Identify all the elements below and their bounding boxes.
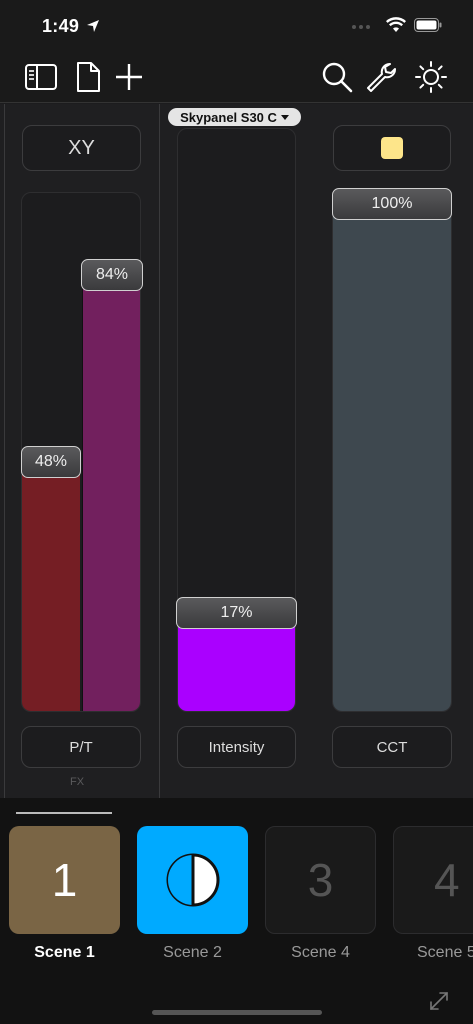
expand-icon[interactable] (428, 990, 450, 1012)
status-dots (352, 25, 370, 29)
battery-icon (414, 18, 442, 32)
column-divider (159, 104, 160, 798)
intensity-label: Intensity (208, 738, 265, 756)
cct-value: 100% (371, 195, 413, 212)
pan-fill (22, 461, 80, 711)
wifi-icon (386, 17, 406, 32)
scene-name: Scene 1 (34, 944, 95, 961)
pt-button[interactable]: P/T (21, 726, 141, 768)
pt-label: P/T (69, 738, 93, 756)
color-swatch (381, 137, 403, 159)
cct-handle[interactable]: 100% (332, 188, 452, 220)
scene-tile-2[interactable] (137, 826, 248, 934)
scene-name: Scene 4 (291, 944, 350, 961)
document-icon[interactable] (71, 60, 105, 94)
pan-value: 48% (34, 453, 68, 471)
search-icon[interactable] (320, 60, 354, 94)
active-scene-indicator (16, 812, 112, 814)
scene-number: 4 (434, 854, 460, 906)
scene-tile-4[interactable]: 3 (265, 826, 376, 934)
fixture-name: Skypanel S30 C (180, 109, 277, 125)
fixture-dropdown[interactable]: Skypanel S30 C (168, 108, 301, 126)
column-divider (4, 104, 5, 798)
scene-number: 3 (307, 854, 334, 906)
scene-number: 1 (51, 854, 78, 906)
brightness-icon[interactable] (414, 60, 448, 94)
status-time: 1:49 (42, 16, 80, 36)
cct-fader[interactable] (332, 192, 452, 712)
sidebar-icon[interactable] (24, 60, 58, 94)
xy-mode-button[interactable]: XY (22, 125, 141, 171)
caret-down-icon (280, 114, 289, 120)
location-arrow-icon (87, 20, 99, 32)
home-indicator (152, 1010, 322, 1015)
tilt-value: 84% (95, 266, 129, 284)
scene-name: Scene 2 (163, 944, 222, 961)
fx-label: FX (70, 776, 85, 788)
intensity-handle[interactable]: 17% (176, 596, 297, 629)
toolbar (0, 52, 473, 103)
wrench-icon[interactable] (364, 60, 398, 94)
scenes-strip: 1 Scene 1 Scene 2 3 Scene 4 4 Scene 5 (0, 798, 473, 1024)
xy-mode-label: XY (68, 136, 95, 159)
status-bar: 1:49 (0, 0, 473, 52)
intensity-button[interactable]: Intensity (177, 726, 296, 768)
add-icon[interactable] (112, 60, 146, 94)
scene-tile-5[interactable]: 4 (393, 826, 473, 934)
cct-fill (333, 193, 451, 711)
intensity-value: 17% (220, 603, 253, 621)
scene-name: Scene 5 (417, 944, 473, 961)
fixture-panel: Skypanel S30 C XY 48% 84% P/T FX 17% Int… (0, 104, 473, 798)
color-swatch-button[interactable] (333, 125, 451, 171)
pan-handle[interactable]: 48% (21, 446, 81, 479)
cct-button[interactable]: CCT (332, 726, 452, 768)
half-circle-icon (166, 853, 219, 907)
cct-label: CCT (376, 738, 408, 756)
tilt-fill (82, 274, 140, 711)
scene-tile-1[interactable]: 1 (9, 826, 120, 934)
tilt-handle[interactable]: 84% (81, 259, 143, 292)
